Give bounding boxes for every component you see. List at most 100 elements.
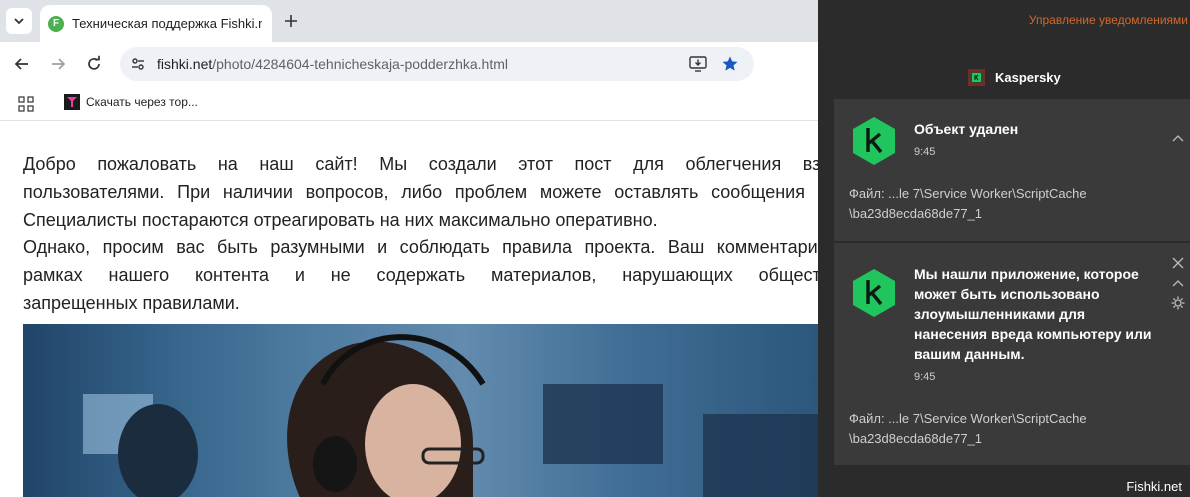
bookmark-favicon-icon	[64, 94, 80, 110]
word: Однако,	[23, 237, 91, 257]
word: контента	[194, 265, 270, 285]
word: оставлять	[614, 182, 699, 202]
watermark: Fishki.net	[1126, 479, 1182, 494]
file-path-line: \ba23d8ecda68de77_1	[849, 206, 983, 221]
bookmark-star-icon[interactable]	[721, 55, 739, 73]
word: пожаловать	[97, 154, 197, 174]
word: пост	[574, 154, 612, 174]
word: просим	[102, 237, 164, 257]
title-line: нанесения вреда компьютеру или	[914, 326, 1152, 342]
paragraph-line: Однако, просим вас быть разумными и соблюдать п…	[23, 233, 820, 261]
word: Добро	[23, 154, 76, 174]
url-path: /photo/4284604-tehnicheskaja-podderzhka.…	[212, 56, 509, 72]
notification-group-header: Kaspersky	[968, 69, 1061, 86]
file-path-line: Файл: ...le 7\Service Worker\ScriptCache	[849, 186, 1087, 201]
chevron-up-icon[interactable]	[1170, 130, 1186, 146]
word: на	[217, 154, 238, 174]
notification-time: 9:45	[914, 146, 936, 158]
reload-icon[interactable]	[84, 54, 104, 74]
word: соблюдать	[399, 237, 490, 257]
title-line: Мы нашли приложение, которое	[914, 266, 1139, 282]
word: содержать	[376, 265, 466, 285]
page-content: Добро пожаловать на наш сайт! Мы создали этот по…	[0, 122, 820, 497]
word: проекта.	[584, 237, 656, 257]
intro-paragraph: Добро пожаловать на наш сайт! Мы создали этот по…	[23, 150, 820, 234]
notification-card[interactable]: Мы нашли приложение, которое может быть …	[834, 243, 1190, 465]
notification-file-path: Файл: ...le 7\Service Worker\ScriptCache…	[849, 409, 1087, 449]
new-tab-icon[interactable]	[282, 12, 300, 30]
word: нашего	[108, 265, 170, 285]
notification-file-path: Файл: ...le 7\Service Worker\ScriptCache…	[849, 184, 1087, 224]
word: правила	[502, 237, 573, 257]
word: нарушающих	[622, 265, 733, 285]
notification-time: 9:45	[914, 371, 936, 383]
word: наш	[259, 154, 294, 174]
file-path-line: \ba23d8ecda68de77_1	[849, 431, 983, 446]
bookmark-item[interactable]: Скачать через тор...	[64, 94, 198, 110]
word: сообщения	[711, 182, 805, 202]
settings-gear-icon[interactable]	[1170, 295, 1186, 311]
paragraph-line: запрещенных правилами.	[23, 293, 240, 313]
kaspersky-logo-icon	[853, 269, 895, 317]
word: пользователями.	[23, 182, 165, 202]
word: вас	[176, 237, 205, 257]
notification-card[interactable]: Объект удален 9:45 Файл: ...le 7\Service…	[834, 99, 1190, 241]
word: быть	[217, 237, 258, 257]
site-info-icon[interactable]	[130, 56, 146, 72]
chevron-up-icon[interactable]	[1170, 275, 1186, 291]
chevron-down-icon	[14, 18, 24, 25]
tab-search-button[interactable]	[6, 8, 32, 34]
word: проблем	[454, 182, 528, 202]
apps-grid-icon[interactable]	[18, 96, 34, 112]
support-photo	[23, 324, 820, 497]
kaspersky-logo-icon	[853, 117, 895, 165]
title-line: вашим данным.	[914, 346, 1025, 362]
word: разумными	[270, 237, 365, 257]
word: облегчения	[685, 154, 782, 174]
forward-arrow-icon[interactable]	[48, 54, 68, 74]
bookmark-label: Скачать через тор...	[86, 95, 198, 109]
word: При	[177, 182, 211, 202]
tab-strip: F Техническая поддержка Fishki.net	[0, 0, 820, 42]
word: комментарий	[716, 237, 820, 257]
paragraph-line: Специалисты постараются отреагировать на…	[23, 210, 658, 230]
word: не	[330, 265, 351, 285]
word: сайт!	[315, 154, 358, 174]
paragraph-line: пользователями. При наличии вопросов, либо пр…	[23, 178, 820, 206]
browser-tab[interactable]: F Техническая поддержка Fishki.net	[40, 5, 272, 42]
url-text: fishki.net/photo/4284604-tehnicheskaja-p…	[157, 56, 508, 72]
word: вопросов,	[305, 182, 389, 202]
rules-paragraph: Однако, просим вас быть разумными и соблюдать п…	[23, 233, 820, 317]
word: для	[633, 154, 664, 174]
word: можете	[539, 182, 602, 202]
notification-center: Управление уведомлениями Kaspersky Объек…	[818, 0, 1190, 497]
word: Ваш	[667, 237, 705, 257]
kaspersky-app-icon	[968, 69, 985, 86]
word: этот	[518, 154, 553, 174]
word: рамках	[23, 265, 83, 285]
browser-toolbar: fishki.net/photo/4284604-tehnicheskaja-p…	[0, 42, 820, 87]
support-photo-illustration	[23, 324, 820, 497]
notification-title: Объект удален	[914, 121, 1019, 137]
url-host: fishki.net	[157, 56, 213, 72]
site-favicon-icon: F	[48, 15, 64, 32]
word: материалов,	[490, 265, 597, 285]
word: общественные	[758, 265, 820, 285]
address-bar[interactable]: fishki.net/photo/4284604-tehnicheskaja-p…	[120, 47, 754, 81]
word: и	[294, 265, 305, 285]
manage-notifications-link[interactable]: Управление уведомлениями	[1029, 13, 1188, 27]
notification-title: Мы нашли приложение, которое может быть …	[914, 264, 1174, 364]
group-app-name: Kaspersky	[995, 70, 1061, 85]
title-line: может быть использовано	[914, 286, 1100, 302]
word: создали	[428, 154, 497, 174]
word: либо	[401, 182, 443, 202]
back-arrow-icon[interactable]	[12, 54, 32, 74]
install-app-icon[interactable]	[689, 56, 707, 72]
word: и	[377, 237, 388, 257]
paragraph-line: рамках нашего контента и не содержать материал…	[23, 261, 820, 289]
close-icon[interactable]	[1170, 255, 1186, 271]
word: Мы	[379, 154, 408, 174]
file-path-line: Файл: ...le 7\Service Worker\ScriptCache	[849, 411, 1087, 426]
bookmarks-bar: Скачать через тор...	[0, 87, 820, 121]
word: наличии	[222, 182, 293, 202]
